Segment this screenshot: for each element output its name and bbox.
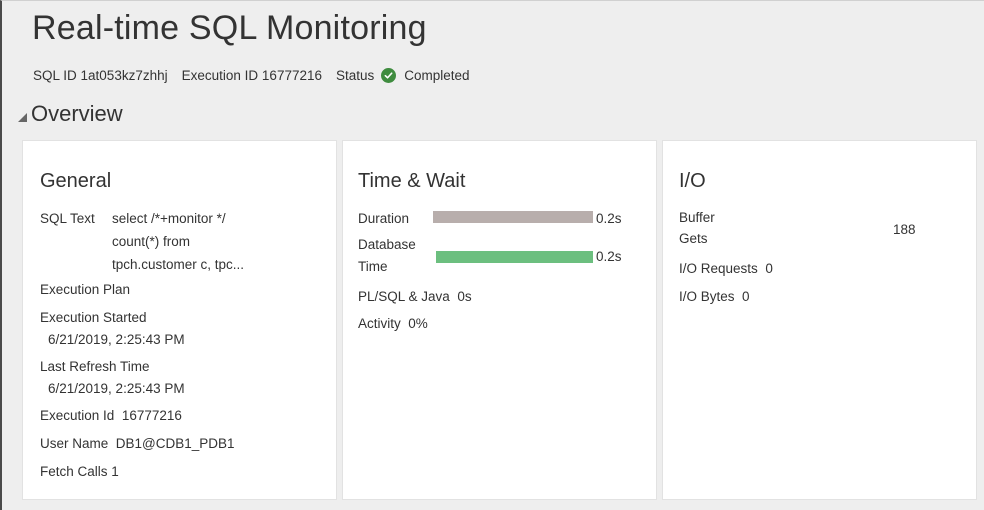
io-bytes-value: 0: [742, 289, 750, 304]
io-requests-row: I/O Requests 0: [679, 261, 773, 276]
overview-heading: Overview: [31, 101, 123, 126]
activity-row: Activity 0%: [358, 316, 428, 331]
page-title: Real-time SQL Monitoring: [32, 9, 427, 47]
execution-id-value: 16777216: [121, 408, 182, 423]
user-name-row: User Name DB1@CDB1_PDB1: [40, 436, 235, 451]
sql-monitor-panel: Real-time SQL Monitoring SQL ID 1at053kz…: [0, 0, 984, 510]
database-time-label-line-1: Database: [358, 237, 416, 252]
fetch-calls-value: 1: [111, 464, 119, 479]
duration-value: 0.2s: [596, 211, 622, 226]
execution-summary: SQL ID 1at053kz7zhhj Execution ID 167772…: [33, 68, 470, 83]
io-heading: I/O: [679, 170, 706, 192]
general-card: General SQL Text select /*+monitor */ co…: [22, 140, 337, 500]
buffer-gets-label-line-2: Gets: [679, 231, 708, 246]
duration-label: Duration: [358, 211, 410, 226]
database-time-bar: [436, 251, 593, 263]
duration-bar: [433, 211, 593, 223]
time-wait-card: Time & Wait Duration 0.2s Database Time …: [342, 140, 657, 500]
execution-id-value: 16777216: [261, 68, 322, 83]
overview-toggle[interactable]: Overview: [18, 101, 123, 127]
database-time-value: 0.2s: [596, 249, 622, 264]
io-requests-label: I/O Requests: [679, 261, 758, 276]
plsql-java-value: 0s: [457, 289, 472, 304]
io-bytes-row: I/O Bytes 0: [679, 289, 750, 304]
fetch-calls-row: Fetch Calls 1: [40, 464, 119, 479]
fetch-calls-label: Fetch Calls: [40, 464, 108, 479]
collapse-triangle-icon: [18, 112, 27, 122]
plsql-java-row: PL/SQL & Java 0s: [358, 289, 472, 304]
buffer-gets-value: 188: [893, 222, 916, 237]
status-label: Status: [336, 68, 375, 83]
sql-text-label: SQL Text: [40, 211, 95, 226]
sql-text-link-line-3[interactable]: tpch.customer c, tpc...: [112, 257, 244, 272]
user-name-label: User Name: [40, 436, 109, 451]
execution-id-row: Execution Id 16777216: [40, 408, 182, 423]
sql-text-link-line-1[interactable]: select /*+monitor */: [112, 211, 226, 226]
sql-text-link-line-2[interactable]: count(*) from: [112, 234, 190, 249]
io-requests-value: 0: [765, 261, 773, 276]
execution-plan-label: Execution Plan: [40, 282, 131, 297]
activity-label: Activity: [358, 316, 401, 331]
last-refresh-label: Last Refresh Time: [40, 359, 150, 374]
sql-id-label: SQL ID: [33, 68, 77, 83]
status-value: Completed: [404, 68, 470, 83]
user-name-value: DB1@CDB1_PDB1: [115, 436, 235, 451]
check-circle-icon: [381, 68, 397, 83]
activity-value: 0%: [408, 316, 428, 331]
io-bytes-label: I/O Bytes: [679, 289, 735, 304]
database-time-label-line-2: Time: [358, 259, 388, 274]
plsql-java-label: PL/SQL & Java: [358, 289, 450, 304]
buffer-gets-label-line-1: Buffer: [679, 210, 715, 225]
general-heading: General: [40, 170, 112, 192]
execution-id-label: Execution ID: [181, 68, 259, 83]
execution-id-label: Execution Id: [40, 408, 115, 423]
io-card: I/O Buffer Gets 188 I/O Requests 0 I/O B…: [662, 140, 977, 500]
time-wait-heading: Time & Wait: [358, 170, 466, 192]
execution-started-value: 6/21/2019, 2:25:43 PM: [48, 332, 185, 347]
execution-started-label: Execution Started: [40, 310, 147, 325]
last-refresh-value: 6/21/2019, 2:25:43 PM: [48, 381, 185, 396]
sql-id-value: 1at053kz7zhhj: [80, 68, 168, 83]
